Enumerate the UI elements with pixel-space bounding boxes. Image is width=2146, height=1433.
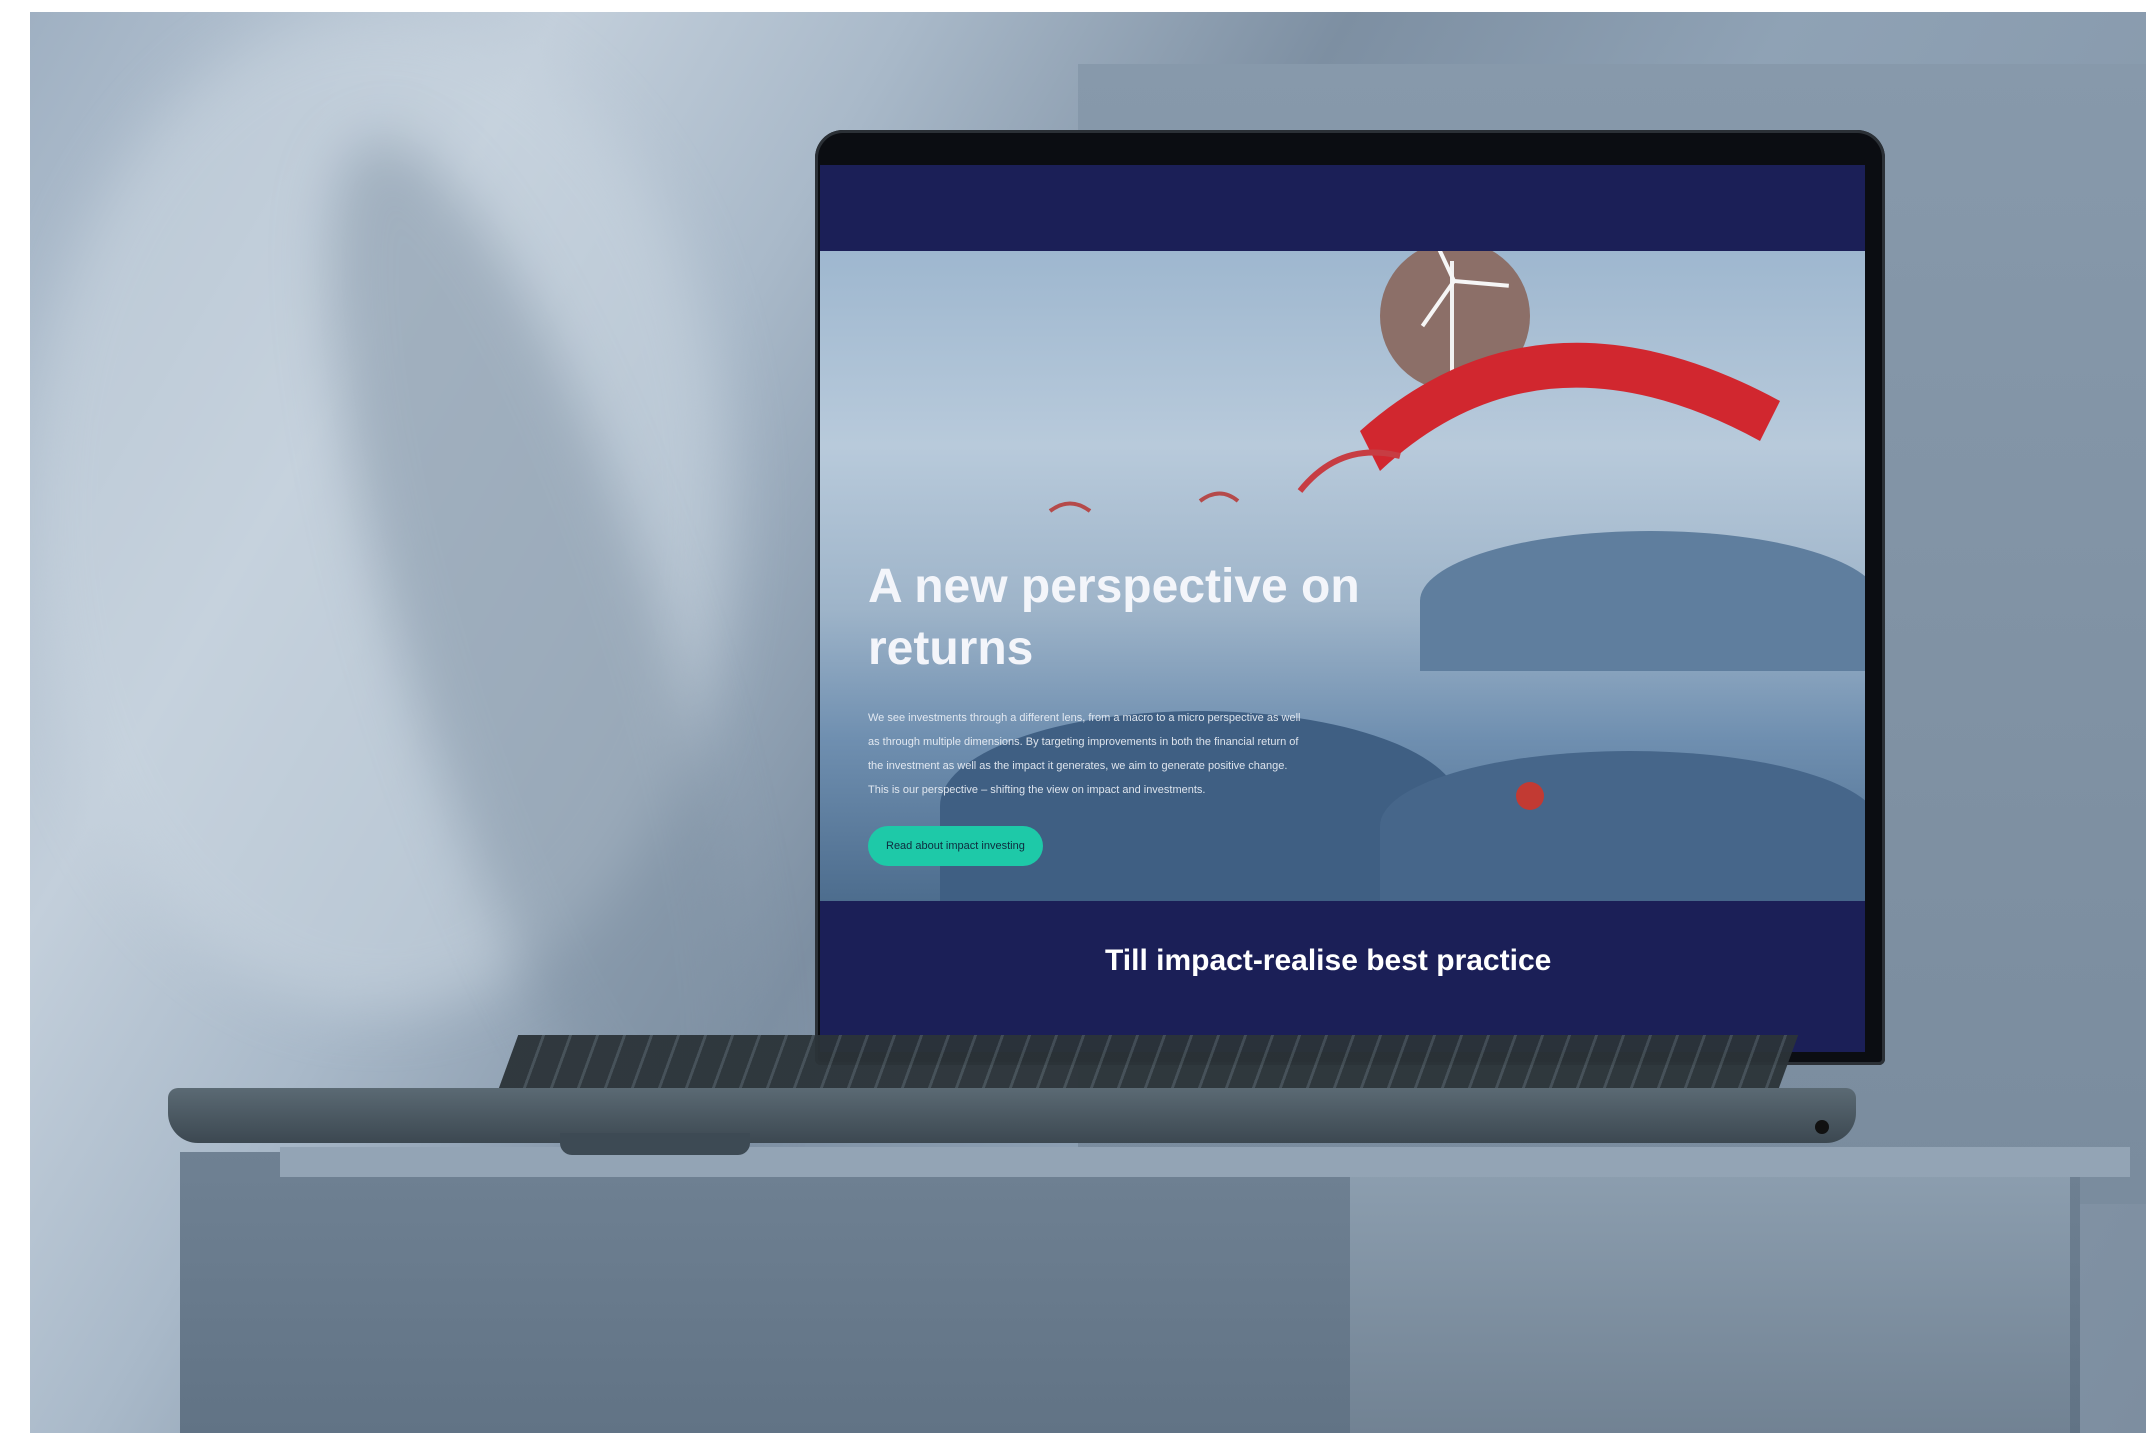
paraglider-far xyxy=(1048,501,1092,513)
paraglider-wing xyxy=(1360,342,1780,471)
lower-section: Till impact-realise best practice xyxy=(820,901,1865,1052)
pilot xyxy=(1516,782,1544,810)
trackpad-notch xyxy=(560,1133,750,1155)
hero-description: We see investments through a different l… xyxy=(868,712,1301,796)
paraglider-far xyxy=(1198,491,1240,503)
hero-section: A new perspective on returns We see inve… xyxy=(820,251,1865,901)
laptop-base xyxy=(168,1088,1856,1143)
headphone-port-icon xyxy=(1815,1120,1829,1134)
site-header xyxy=(820,165,1865,251)
laptop-screen: A new perspective on returns We see inve… xyxy=(820,165,1865,1052)
pedestal-top xyxy=(280,1147,2130,1177)
section-title: Till impact-realise best practice xyxy=(1105,944,1552,977)
pedestal-lit-face xyxy=(1350,1162,2070,1433)
read-about-impact-investing-button[interactable]: Read about impact investing xyxy=(868,826,1043,866)
hero-title: A new perspective on returns xyxy=(868,560,1360,675)
